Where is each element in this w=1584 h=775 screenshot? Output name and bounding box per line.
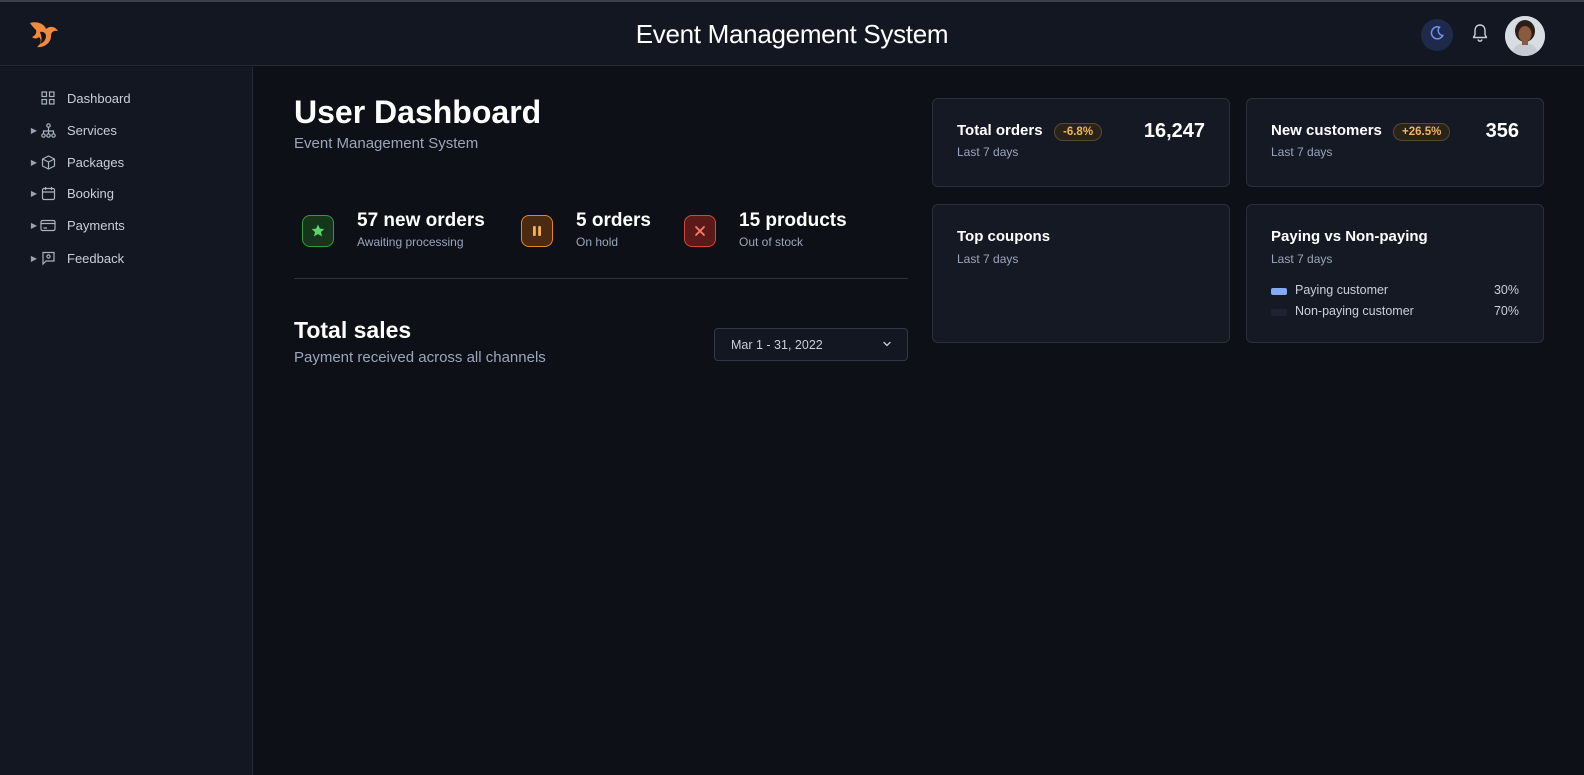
sidebar-item-feedback[interactable]: ▶ Feedback	[0, 244, 253, 272]
card-period: Last 7 days	[957, 145, 1019, 159]
sidebar: ▶ Dashboard ▶ Services ▶ Packages ▶ Book…	[0, 67, 253, 775]
star-icon	[302, 215, 334, 247]
caret-right-icon: ▶	[30, 220, 38, 230]
feedback-icon	[40, 250, 56, 266]
stat-out-of-stock: 15 products Out of stock	[684, 210, 884, 254]
card-title: Top coupons	[957, 228, 1051, 245]
card-total-orders: Total orders -6.8% 16,247 Last 7 days	[932, 98, 1230, 187]
card-title: Total orders	[957, 122, 1043, 139]
sidebar-item-label: Feedback	[67, 250, 125, 266]
box-icon	[40, 154, 56, 170]
sidebar-item-booking[interactable]: ▶ Booking	[0, 179, 253, 207]
page-subtitle: Event Management System	[294, 135, 479, 152]
sidebar-item-payments[interactable]: ▶ Payments	[0, 211, 253, 239]
app-title: Event Management System	[635, 19, 949, 49]
sidebar-item-label: Packages	[67, 154, 125, 170]
pause-icon	[521, 215, 553, 247]
card-top-coupons: Top coupons Last 7 days	[932, 204, 1230, 343]
stat-value: 15 products	[739, 210, 847, 231]
moon-icon	[1429, 25, 1445, 46]
theme-toggle-button[interactable]	[1421, 19, 1453, 51]
legend-swatch	[1271, 309, 1287, 316]
caret-right-icon: ▶	[30, 188, 38, 198]
card-period: Last 7 days	[1271, 145, 1333, 159]
stat-on-hold: 5 orders On hold	[521, 210, 671, 254]
sidebar-item-label: Services	[67, 122, 117, 138]
sidebar-item-services[interactable]: ▶ Services	[0, 116, 253, 144]
stat-value: 5 orders	[576, 210, 651, 231]
credit-card-icon	[40, 217, 56, 233]
sitemap-icon	[40, 122, 56, 138]
legend-percent: 70%	[1493, 304, 1519, 318]
caret-right-icon: ▶	[30, 157, 38, 167]
notifications-button[interactable]	[1467, 22, 1493, 48]
legend-swatch	[1271, 288, 1287, 295]
sidebar-item-label: Payments	[67, 217, 125, 233]
calendar-icon	[40, 185, 56, 201]
section-divider	[294, 278, 908, 279]
bell-icon	[1471, 23, 1489, 48]
grid-icon	[40, 90, 56, 106]
status-badge: +26.5%	[1393, 123, 1451, 141]
x-icon	[684, 215, 716, 247]
card-value: 356	[1485, 120, 1519, 142]
status-badge: -6.8%	[1054, 123, 1103, 141]
stat-label: Awaiting processing	[357, 235, 464, 249]
sidebar-item-label: Dashboard	[67, 90, 131, 106]
date-range-value: Mar 1 - 31, 2022	[731, 337, 823, 352]
chevron-down-icon	[881, 338, 893, 353]
legend-label: Paying customer	[1295, 283, 1389, 297]
user-avatar[interactable]	[1505, 16, 1545, 56]
legend-percent: 30%	[1493, 283, 1519, 297]
top-header: Event Management System	[0, 2, 1584, 66]
card-title: Paying vs Non-paying	[1271, 228, 1428, 245]
legend-label: Non-paying customer	[1295, 304, 1414, 318]
legend-item-paying: Paying customer 30%	[1271, 283, 1519, 299]
card-period: Last 7 days	[957, 252, 1019, 266]
stat-new-orders: 57 new orders Awaiting processing	[302, 210, 502, 254]
caret-right-icon: ▶	[30, 125, 38, 135]
caret-right-icon: ▶	[30, 253, 38, 263]
sidebar-item-label: Booking	[67, 185, 114, 201]
date-range-select[interactable]: Mar 1 - 31, 2022	[714, 328, 908, 361]
sales-title: Total sales	[294, 317, 412, 343]
legend-item-non-paying: Non-paying customer 70%	[1271, 304, 1519, 320]
card-paying-vs-nonpaying: Paying vs Non-paying Last 7 days Paying …	[1246, 204, 1544, 343]
card-title: New customers	[1271, 122, 1382, 139]
stat-label: On hold	[576, 235, 619, 249]
sales-subtitle: Payment received across all channels	[294, 349, 546, 366]
card-value: 16,247	[1143, 120, 1205, 142]
page-title: User Dashboard	[294, 94, 542, 130]
stat-label: Out of stock	[739, 235, 804, 249]
stat-value: 57 new orders	[357, 210, 485, 231]
sidebar-item-dashboard[interactable]: ▶ Dashboard	[0, 84, 253, 112]
card-new-customers: New customers +26.5% 356 Last 7 days	[1246, 98, 1544, 187]
card-period: Last 7 days	[1271, 252, 1333, 266]
sidebar-item-packages[interactable]: ▶ Packages	[0, 148, 253, 176]
